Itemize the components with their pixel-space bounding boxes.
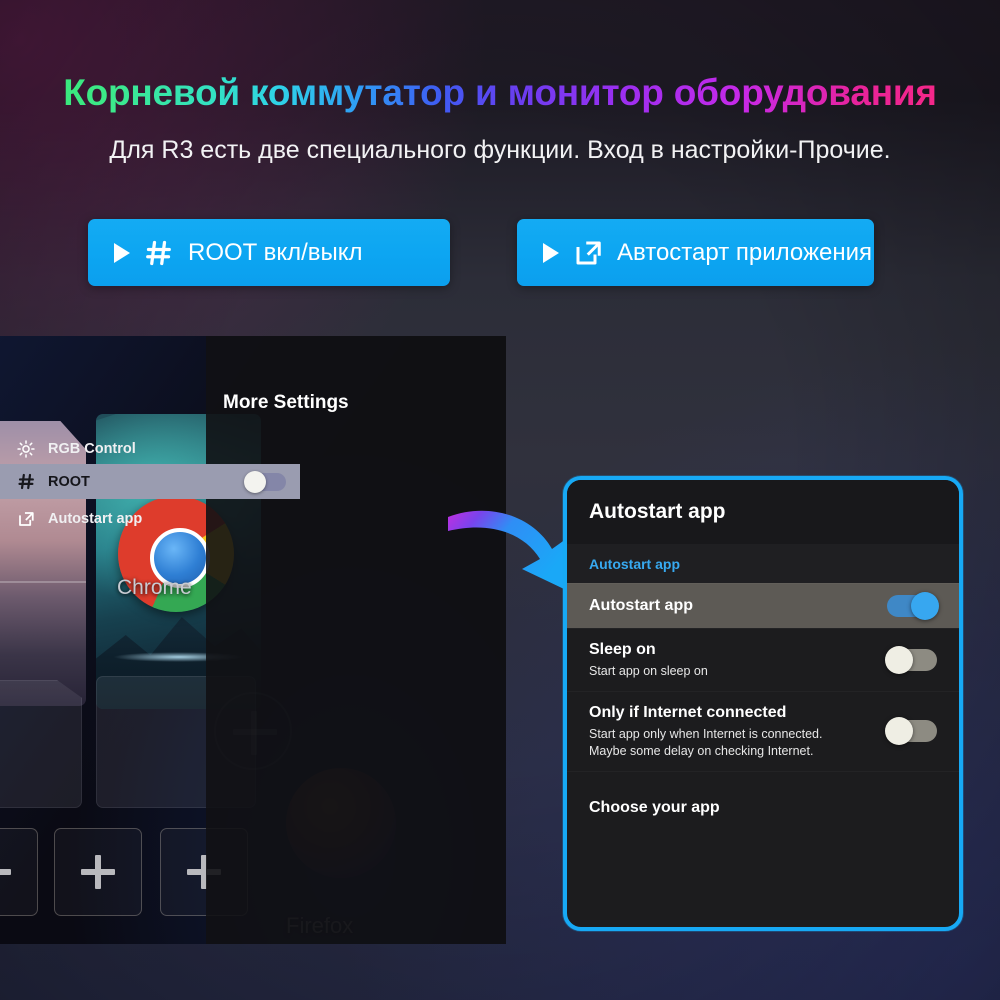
- row-subtitle: Start app only when Internet is connecte…: [589, 726, 823, 758]
- app-label-chrome: Chrome: [117, 576, 192, 599]
- cta-root-label: ROOT вкл/выкл: [188, 238, 363, 266]
- toggle-knob: [244, 470, 266, 493]
- toggle-knob: [911, 592, 939, 620]
- cta-autostart-label: Автостарт приложения: [617, 238, 873, 266]
- plus-icon: [0, 855, 11, 889]
- autostart-panel-title: Autostart app: [567, 480, 959, 544]
- plus-icon: [81, 855, 115, 889]
- row-text: Sleep on Start app on sleep on: [589, 640, 873, 680]
- settings-item-label: Autostart app: [48, 510, 143, 527]
- autostart-row-sleep-on[interactable]: Sleep on Start app on sleep on: [567, 628, 959, 691]
- cta-autostart-button[interactable]: Автостарт приложения: [517, 219, 874, 286]
- brightness-sun-icon: [16, 439, 36, 458]
- settings-item-root[interactable]: ROOT: [0, 464, 300, 499]
- page-root: Корневой коммутатор и монитор оборудован…: [0, 0, 1000, 1000]
- settings-item-rgb-control[interactable]: RGB Control: [0, 431, 300, 466]
- row-title: Sleep on: [589, 641, 656, 658]
- settings-item-label: RGB Control: [48, 440, 136, 457]
- row-text: Autostart app: [589, 596, 873, 616]
- more-settings-title: More Settings: [223, 392, 349, 413]
- autostart-section-header: Autostart app: [567, 544, 959, 583]
- page-subtitle: Для R3 есть две специального функции. Вх…: [109, 136, 891, 164]
- play-triangle-icon: [114, 242, 130, 263]
- hash-icon: [144, 238, 174, 268]
- row-title: Choose your app: [589, 798, 720, 816]
- autostart-app-toggle[interactable]: [887, 592, 939, 620]
- external-link-icon: [573, 238, 603, 268]
- autostart-app-panel: Autostart app Autostart app Autostart ap…: [563, 476, 963, 931]
- external-link-icon: [16, 510, 36, 528]
- settings-item-label: ROOT: [48, 473, 90, 490]
- row-title: Autostart app: [589, 597, 693, 614]
- sleep-on-toggle[interactable]: [885, 645, 937, 674]
- add-tile[interactable]: [54, 828, 142, 916]
- root-toggle-switch[interactable]: [244, 470, 286, 493]
- only-if-internet-toggle[interactable]: [885, 717, 937, 746]
- row-subtitle: Start app on sleep on: [589, 664, 708, 678]
- settings-item-autostart-app[interactable]: Autostart app: [0, 501, 300, 536]
- autostart-row-autostart-app[interactable]: Autostart app: [567, 583, 959, 628]
- toggle-knob: [885, 717, 913, 746]
- autostart-row-only-if-internet[interactable]: Only if Internet connected Start app onl…: [567, 691, 959, 771]
- play-triangle-icon: [543, 242, 559, 263]
- row-text: Choose your app: [589, 798, 937, 818]
- cta-root-toggle-button[interactable]: ROOT вкл/выкл: [88, 219, 450, 286]
- page-title: Корневой коммутатор и монитор оборудован…: [0, 72, 1000, 114]
- hash-icon: [16, 472, 36, 491]
- empty-tile[interactable]: [0, 680, 82, 808]
- horizon-line: [0, 580, 86, 583]
- row-title: Only if Internet connected: [589, 703, 787, 721]
- more-settings-panel: More Settings: [206, 336, 506, 944]
- autostart-row-choose-your-app[interactable]: Choose your app: [567, 771, 959, 840]
- toggle-knob: [885, 645, 913, 674]
- row-text: Only if Internet connected Start app onl…: [589, 703, 873, 760]
- add-tile[interactable]: [0, 828, 38, 916]
